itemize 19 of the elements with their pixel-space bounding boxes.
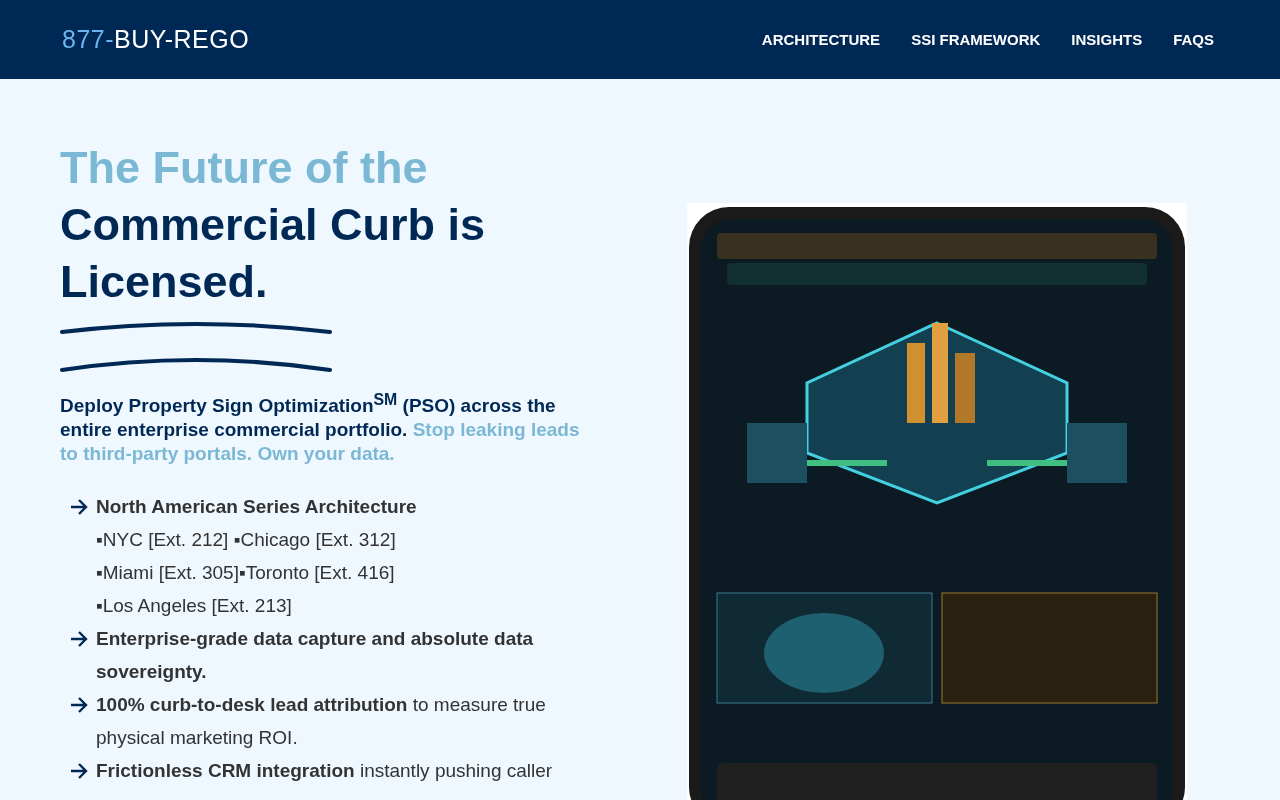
arrow-icon: [70, 763, 88, 780]
arrow-icon: [70, 631, 88, 648]
nav-link[interactable]: SSI FRAMEWORK: [911, 31, 1041, 48]
feature-text: Frictionless CRM integration instantly pushing caller: [96, 759, 554, 784]
logo[interactable]: 877-BUY-REGO: [62, 25, 250, 54]
intro-paragraph: Deploy Property Sign Optimization$^{SM}$ (PSO) across the entire enterprise commercial portfolio. Stop leaking leads to third-party portals. Own your data.: [60, 390, 581, 467]
nav-link[interactable]: ARCHITECTURE: [761, 31, 881, 48]
feature-text: 100% curb-to-desk lead attribution to measure true physical marketing ROI.: [96, 693, 547, 751]
arrow-icon: [70, 697, 88, 714]
nav-link[interactable]: FAQS: [1173, 31, 1214, 48]
feature-text: Enterprise-grade data capture and absolute data sovereignty.: [96, 627, 535, 685]
location-text: ▪Los Angeles [Ext. 213]: [96, 595, 292, 617]
headline: Commercial Curb is Licensed.: [60, 198, 487, 309]
feature-text: North American Series Architecture: [96, 495, 418, 520]
arrow-icon: [70, 499, 88, 516]
headline: The Future of the: [60, 141, 429, 195]
nav-link[interactable]: INSIGHTS: [1071, 31, 1143, 48]
location-text: ▪Miami [Ext. 305]▪Toronto [Ext. 416]: [96, 562, 395, 584]
location-text: ▪NYC [Ext. 212] ▪Chicago [Ext. 312]: [96, 529, 396, 551]
